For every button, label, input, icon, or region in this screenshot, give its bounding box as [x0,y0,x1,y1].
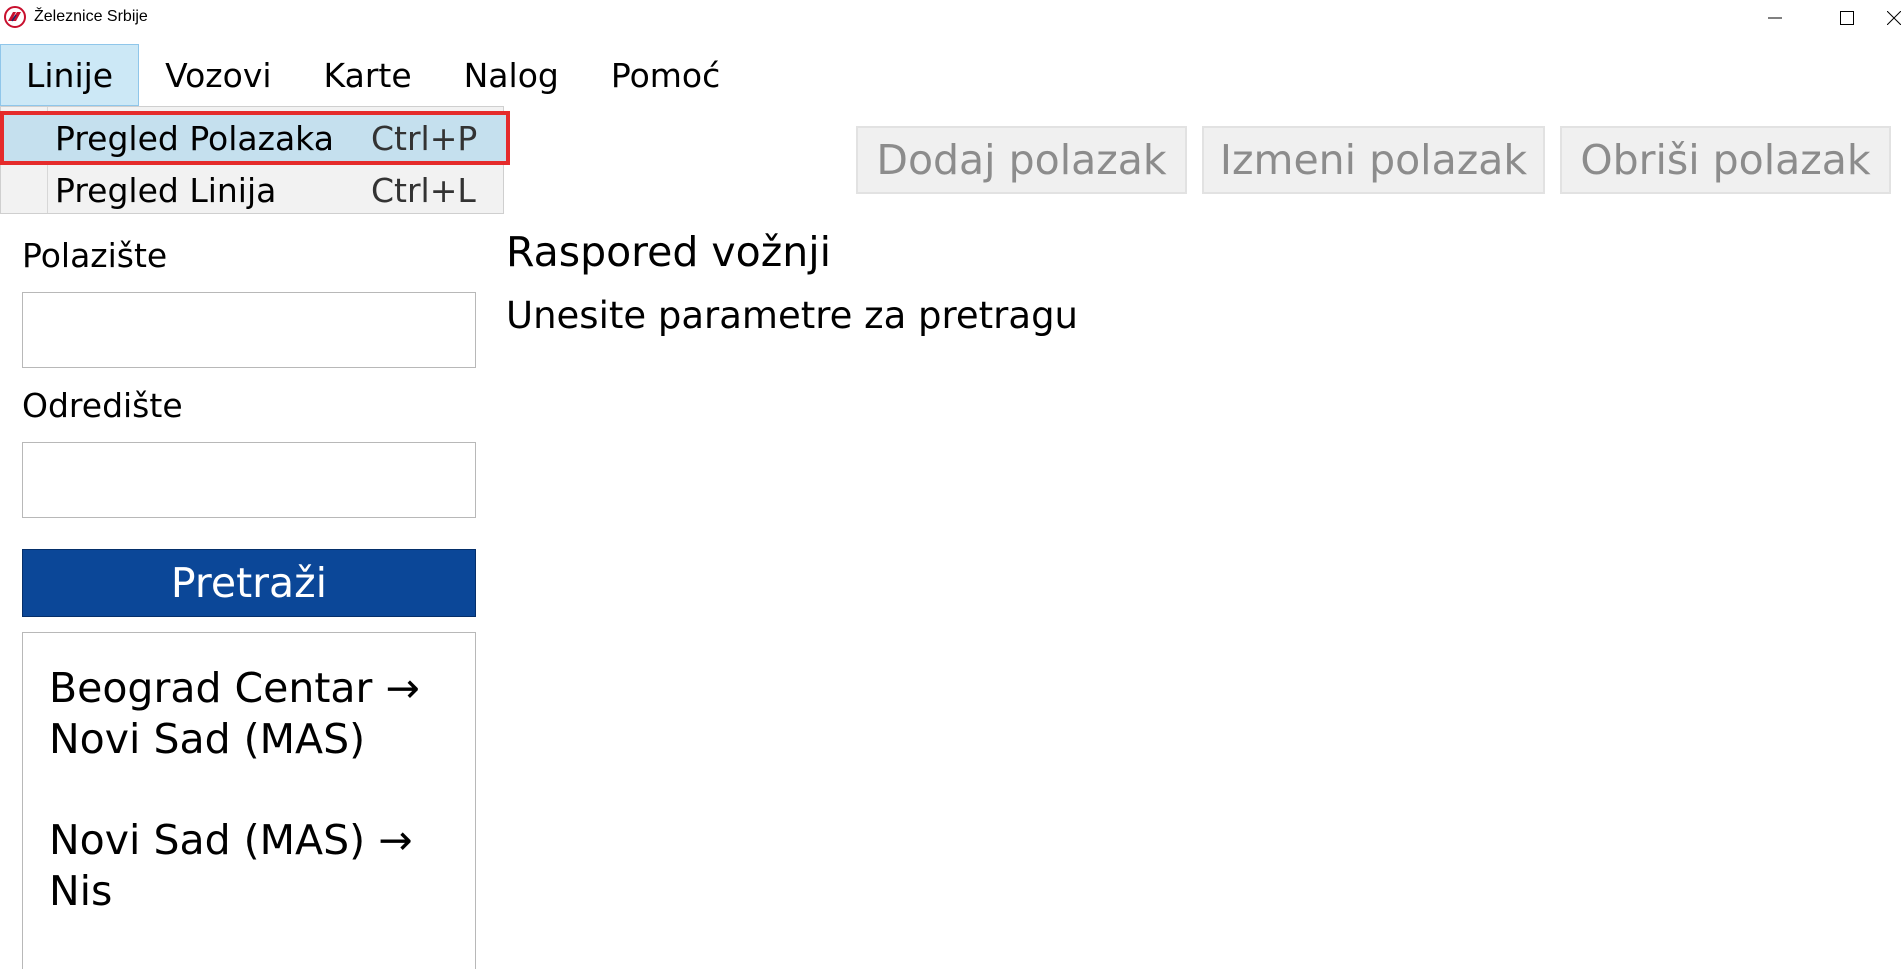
from-input[interactable] [22,292,476,368]
route-destination: Nis [49,867,113,915]
menu-bar: Linije Vozovi Karte Nalog Pomoć [0,44,746,106]
to-label: Odredište [22,386,183,425]
page-title: Raspored vožnji [506,228,832,276]
menu-linije[interactable]: Linije [0,44,140,106]
page-subtitle: Unesite parametre za pretragu [506,294,1079,337]
list-item[interactable]: Novi Sad (MAS) → Nis [49,815,449,917]
srbija-voz-logo [4,6,26,28]
close-button[interactable] [1884,0,1904,36]
delete-departure-button[interactable]: Obriši polazak [1560,126,1891,194]
menu-item-label: Pregled Polazaka [55,118,334,158]
route-origin: Beograd Centar → [49,664,420,712]
list-item[interactable]: Beograd Centar → Novi Sad (MAS) [49,663,449,765]
search-button[interactable]: Pretraži [22,549,476,617]
title-bar: Železnice Srbije [0,0,1904,36]
add-departure-button[interactable]: Dodaj polazak [856,126,1187,194]
minimize-icon [1768,17,1782,19]
to-input[interactable] [22,442,476,518]
menu-item-pregled-linija[interactable]: Pregled Linija Ctrl+L [1,165,503,215]
close-icon [1887,11,1901,25]
linije-dropdown-menu: Pregled Polazaka Ctrl+P Pregled Linija C… [0,106,510,215]
edit-departure-button[interactable]: Izmeni polazak [1202,126,1545,194]
maximize-icon [1840,11,1854,25]
app-window: Železnice Srbije Linije Vozovi Karte Nal… [0,0,1904,969]
menu-item-label: Pregled Linija [55,170,277,210]
route-origin: Novi Sad (MAS) → [49,816,413,864]
route-destination: Novi Sad (MAS) [49,715,366,763]
menu-karte[interactable]: Karte [298,44,438,106]
menu-item-shortcut: Ctrl+L [371,170,476,210]
menu-item-shortcut: Ctrl+P [371,118,478,158]
routes-list[interactable]: Beograd Centar → Novi Sad (MAS) Novi Sad… [22,632,476,969]
menu-pomoc[interactable]: Pomoć [585,44,746,106]
menu-vozovi[interactable]: Vozovi [139,44,297,106]
minimize-button[interactable] [1740,0,1810,36]
menu-item-pregled-polazaka[interactable]: Pregled Polazaka Ctrl+P [0,111,510,165]
from-label: Polazište [22,236,168,275]
maximize-button[interactable] [1812,0,1882,36]
window-title: Železnice Srbije [34,8,148,25]
menu-nalog[interactable]: Nalog [438,44,585,106]
